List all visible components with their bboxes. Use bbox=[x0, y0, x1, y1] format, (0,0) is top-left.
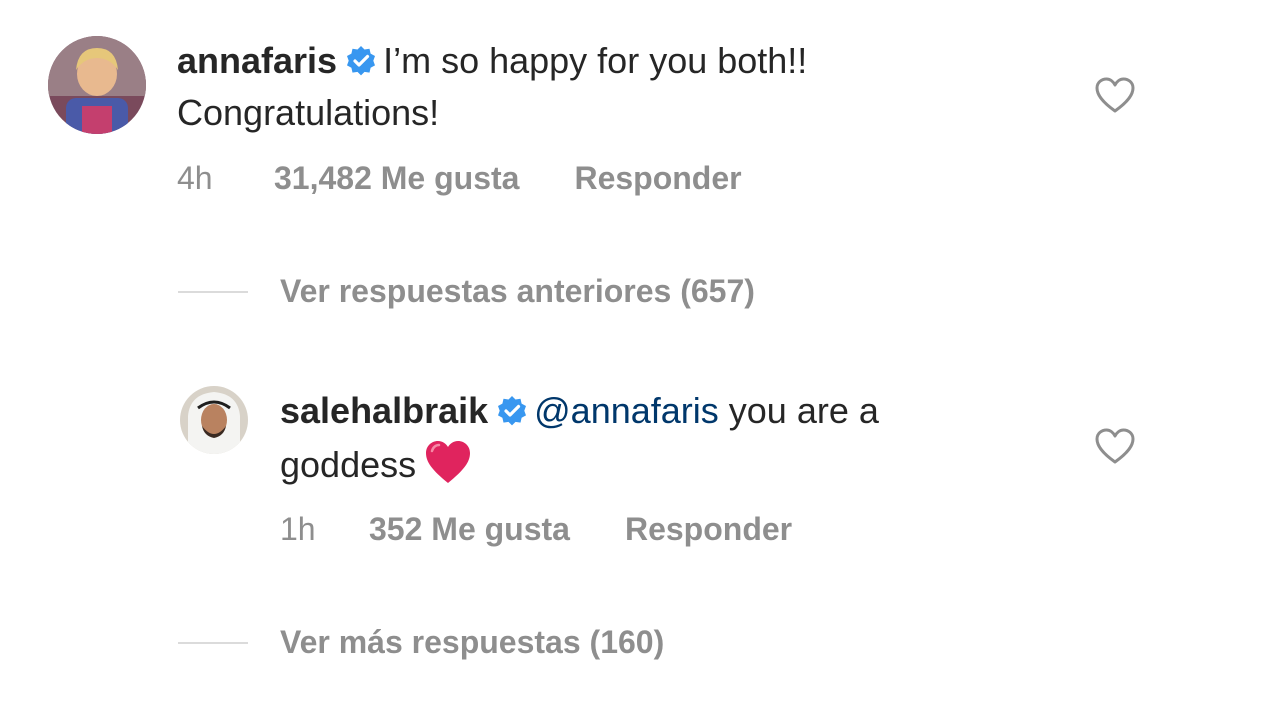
avatar-annafaris[interactable] bbox=[48, 36, 146, 134]
comment-text-line1: I’m so happy for you both!! bbox=[383, 40, 808, 81]
verified-badge-icon bbox=[345, 41, 377, 89]
mention-link[interactable]: @annafaris bbox=[534, 390, 719, 431]
username[interactable]: salehalbraik bbox=[280, 390, 488, 431]
likes-count[interactable]: 352 Me gusta bbox=[369, 511, 570, 548]
replies-divider bbox=[178, 290, 248, 293]
like-button[interactable] bbox=[1095, 76, 1135, 116]
like-button[interactable] bbox=[1095, 427, 1135, 467]
comment-time[interactable]: 4h bbox=[177, 160, 274, 197]
reply-text-part1: you are a bbox=[718, 390, 879, 431]
view-previous-replies[interactable]: Ver respuestas anteriores (657) bbox=[178, 273, 755, 310]
replies-divider bbox=[178, 641, 248, 644]
avatar-salehalbraik[interactable] bbox=[180, 386, 248, 454]
username[interactable]: annafaris bbox=[177, 40, 337, 81]
heart-outline-icon bbox=[1095, 428, 1135, 464]
reply-button[interactable]: Responder bbox=[574, 160, 741, 197]
view-more-replies-label: Ver más respuestas (160) bbox=[280, 624, 665, 660]
reply-text-part2: goddess bbox=[280, 444, 417, 485]
likes-count[interactable]: 31,482 Me gusta bbox=[274, 160, 519, 197]
red-heart-emoji-icon bbox=[424, 439, 472, 497]
view-previous-replies-label: Ver respuestas anteriores (657) bbox=[280, 273, 755, 309]
reply-button[interactable]: Responder bbox=[625, 511, 792, 548]
heart-outline-icon bbox=[1095, 77, 1135, 113]
avatar-image bbox=[48, 36, 146, 134]
reply-time[interactable]: 1h bbox=[280, 511, 369, 548]
comment-text-line2: Congratulations! bbox=[177, 92, 440, 133]
avatar-image bbox=[180, 386, 248, 454]
view-more-replies[interactable]: Ver más respuestas (160) bbox=[178, 624, 664, 661]
verified-badge-icon bbox=[496, 391, 528, 439]
